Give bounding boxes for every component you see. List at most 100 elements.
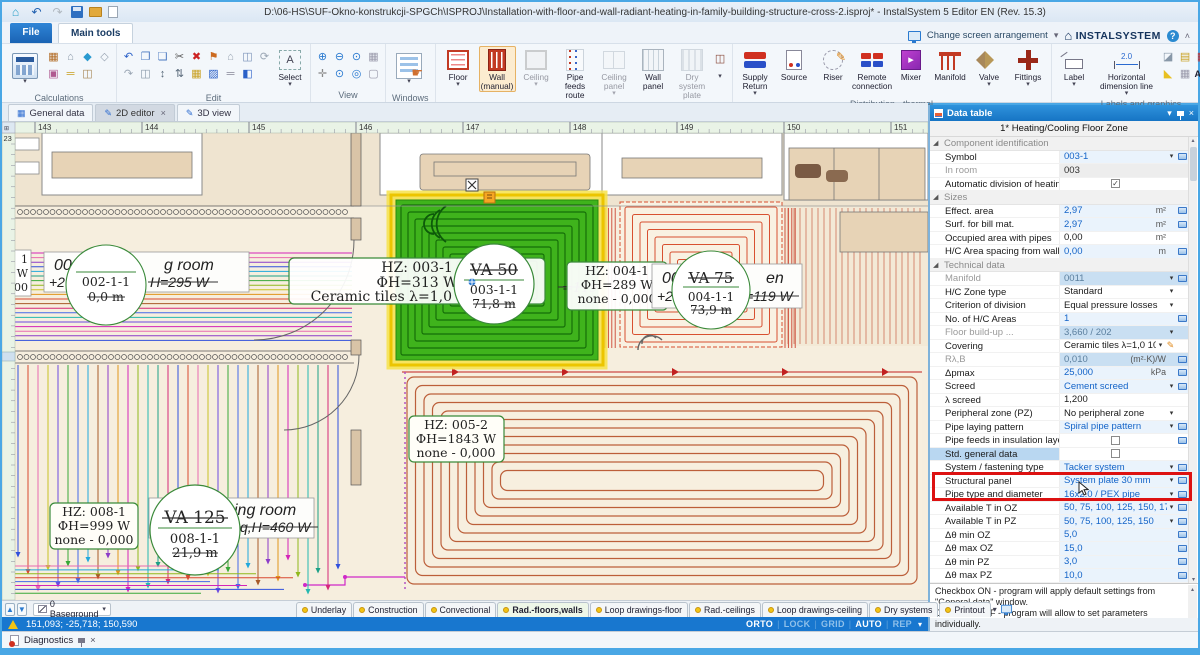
stamp-icon[interactable]: ▣ <box>46 67 61 82</box>
layer-tab-loop-drawings-floor[interactable]: Loop drawings-floor <box>590 602 688 617</box>
default-link-icon[interactable] <box>1176 437 1188 444</box>
property-value[interactable]: 0,00m <box>1060 245 1188 258</box>
dropdown-icon[interactable]: ▾ <box>1167 380 1176 393</box>
layer-tab-construction[interactable]: Construction <box>353 602 423 617</box>
layer-tab-loop-drawings-ceiling[interactable]: Loop drawings-ceiling <box>762 602 868 617</box>
zoom-prev-icon[interactable]: ◎ <box>349 67 364 82</box>
align-v-icon[interactable]: ↕ <box>155 67 170 82</box>
layer-up-icon[interactable]: ▲ <box>5 603 15 616</box>
building-icon[interactable]: ⌂ <box>63 50 78 65</box>
energy-icon[interactable]: ◆ <box>80 50 95 65</box>
visibility-bulb-icon[interactable] <box>359 607 365 613</box>
table-red-icon[interactable]: ▦ <box>1195 50 1200 65</box>
pin-icon[interactable] <box>1177 111 1184 116</box>
help-icon[interactable]: ? <box>1167 30 1179 42</box>
default-link-icon[interactable] <box>1176 207 1188 214</box>
highlighter-icon[interactable]: ◣ <box>1161 67 1176 82</box>
close-icon[interactable]: × <box>161 108 166 118</box>
open-icon[interactable] <box>89 7 102 17</box>
layer-tab-rad-ceilings[interactable]: Rad.-ceilings <box>689 602 761 617</box>
dropdown-icon[interactable]: ▾ <box>1167 502 1176 515</box>
circle-label-va50[interactable]: VA 50 003-1-1 71,8 m <box>454 244 534 324</box>
pipe-feeds-route-button[interactable]: Pipe feeds route <box>557 46 594 101</box>
save-icon[interactable] <box>71 6 83 18</box>
property-value[interactable]: 0,00m² <box>1060 232 1188 245</box>
property-value[interactable]: 25,000kPa <box>1060 367 1188 380</box>
grid-gray-icon[interactable]: ▦ <box>1178 67 1193 82</box>
undo-icon[interactable]: ↶ <box>121 50 136 65</box>
dropdown-icon[interactable]: ▾ <box>1167 286 1176 299</box>
checkbox[interactable]: ✓ <box>1111 179 1120 188</box>
visibility-bulb-icon[interactable] <box>302 607 308 613</box>
default-link-icon[interactable] <box>1176 356 1188 363</box>
horizontal-dimension-line-button[interactable]: 2.0 Horizontal dimension line▾ <box>1095 46 1159 98</box>
home-icon[interactable]: ⌂ <box>8 5 23 19</box>
section-header[interactable]: Component identification <box>930 137 1188 151</box>
property-value[interactable]: 15,0 <box>1060 542 1188 555</box>
default-link-icon[interactable] <box>1176 369 1188 376</box>
ruler-icon[interactable]: ═ <box>223 67 238 82</box>
dropdown-icon[interactable]: ▾ <box>1167 151 1176 164</box>
property-value[interactable]: 1,200 <box>1060 394 1188 407</box>
property-value[interactable]: 5,0 <box>1060 529 1188 542</box>
property-value[interactable]: Cement screed▾ <box>1060 380 1188 393</box>
property-value[interactable] <box>1060 434 1188 447</box>
mode-grid[interactable]: GRID <box>821 619 845 629</box>
home-edit-icon[interactable]: ⌂ <box>223 50 238 65</box>
layer-tab-printout[interactable]: Printout <box>939 602 990 617</box>
visibility-bulb-icon[interactable] <box>503 607 509 613</box>
visibility-bulb-icon[interactable] <box>768 607 774 613</box>
box-icon[interactable]: ◫ <box>80 67 95 82</box>
property-value[interactable]: 0011▾ <box>1060 272 1188 285</box>
tab-3d-view[interactable]: ✎3D view <box>177 104 240 121</box>
property-value[interactable]: No peripheral zone▾ <box>1060 407 1188 420</box>
dropdown-icon[interactable]: ▾ <box>1167 272 1176 285</box>
collapse-ribbon-icon[interactable]: ˄ <box>1185 31 1190 41</box>
property-value[interactable]: Equal pressure losses▾ <box>1060 299 1188 312</box>
panel-scrollbar[interactable]: ▴▾ <box>1188 137 1197 583</box>
zone-label-hz008[interactable]: HZ: 008-1 ΦH=999 W none - 0,000 <box>50 503 138 549</box>
delete-icon[interactable]: ✖ <box>189 50 204 65</box>
change-screen-arrangement[interactable]: Change screen arrangement <box>927 30 1048 41</box>
visibility-bulb-icon[interactable] <box>431 607 437 613</box>
pan-icon[interactable]: ✛ <box>315 67 330 82</box>
property-value[interactable]: 3,660 / 202▾ <box>1060 326 1188 339</box>
default-link-icon[interactable] <box>1176 545 1188 552</box>
mode-lock[interactable]: LOCK <box>784 619 811 629</box>
mixer-button[interactable]: ▸Mixer <box>893 46 930 92</box>
visibility-bulb-icon[interactable] <box>945 607 951 613</box>
tab-2d-editor[interactable]: ✎2D editor× <box>95 104 174 121</box>
default-link-icon[interactable] <box>1176 423 1188 430</box>
section-header[interactable]: Technical data <box>930 259 1188 273</box>
more-tabs-icon[interactable]: ▾ <box>993 605 997 614</box>
abc-text-icon[interactable]: Abc <box>1195 67 1200 82</box>
connect-icon[interactable]: ═ <box>63 67 78 82</box>
dry-system-plate-button[interactable]: Dry system plate <box>674 46 711 101</box>
calculations-button[interactable]: ▾ <box>6 46 44 92</box>
calc-table-icon[interactable]: ▦ <box>46 50 61 65</box>
main-tools-tab[interactable]: Main tools <box>58 23 133 43</box>
image-icon[interactable]: ◪ <box>1161 50 1176 65</box>
views-icon[interactable] <box>1001 605 1012 614</box>
circle-label-va125[interactable]: VA 125 008-1-1 21,9 m <box>150 485 240 575</box>
layer-tab-rad-floors-walls[interactable]: Rad.-floors,walls <box>497 602 588 617</box>
chevron-down-icon[interactable]: ▾ <box>1054 30 1059 41</box>
screen-arrangement-icon[interactable] <box>908 31 921 41</box>
default-link-icon[interactable] <box>1176 248 1188 255</box>
tab-general-data[interactable]: ▦General data <box>8 104 93 121</box>
dropdown-icon[interactable]: ▾ <box>1167 515 1176 528</box>
source-button[interactable]: Source <box>776 46 813 92</box>
property-value[interactable]: 10,0 <box>1060 569 1188 582</box>
checkbox[interactable] <box>1111 449 1120 458</box>
redo-icon[interactable]: ↷ <box>121 67 136 82</box>
property-value[interactable]: 3,0 <box>1060 556 1188 569</box>
viewport-icon[interactable]: ▢ <box>366 67 381 82</box>
fittings-button[interactable]: Fittings▾ <box>1010 46 1047 92</box>
property-value[interactable]: 003 <box>1060 164 1188 177</box>
ceiling-button[interactable]: Ceiling▾ <box>518 46 555 92</box>
diagnostics-tab[interactable]: Diagnostics <box>24 635 73 646</box>
warning-icon[interactable] <box>8 620 18 629</box>
riser-button[interactable]: Riser <box>815 46 852 92</box>
manifold-button[interactable]: Manifold <box>932 46 969 92</box>
default-link-icon[interactable] <box>1176 153 1188 160</box>
